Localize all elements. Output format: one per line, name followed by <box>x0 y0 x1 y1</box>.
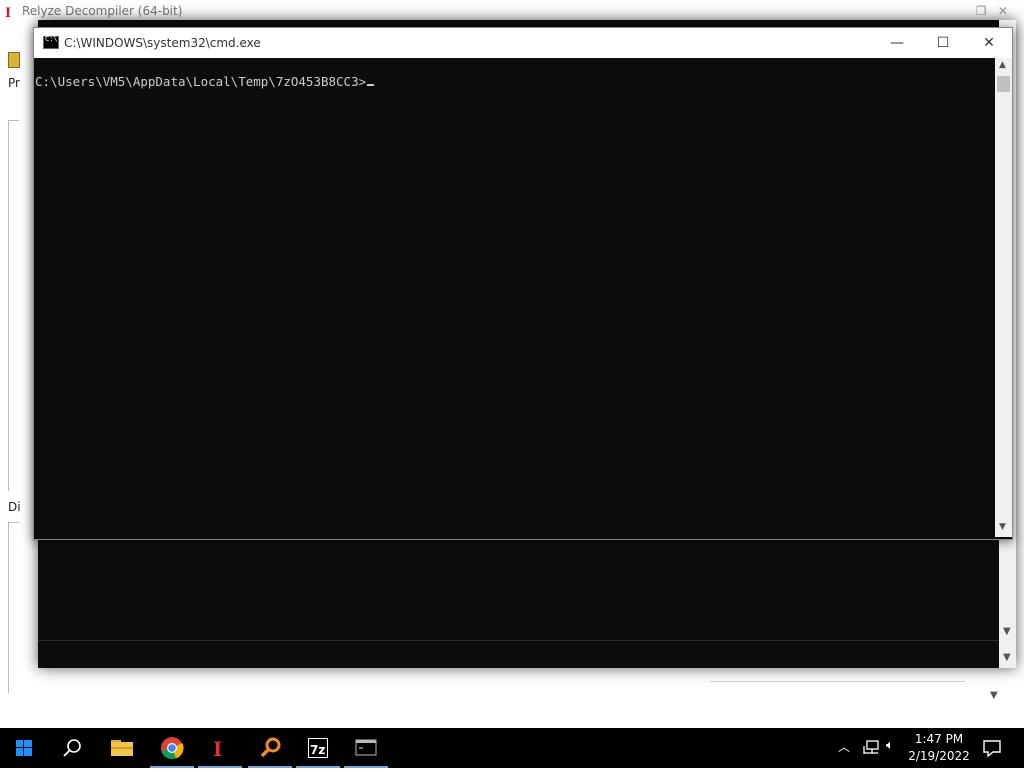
background-left-panel-lower <box>8 522 19 693</box>
scrollbar-thumb[interactable] <box>997 76 1010 92</box>
background-window-controls[interactable]: ❐ ✕ <box>976 0 1008 22</box>
console-app-icon[interactable]: C:\ <box>43 35 59 49</box>
volume-icon[interactable]: 🔈︎ <box>886 738 894 753</box>
7zip-label: 7z <box>310 743 325 757</box>
show-hidden-icons-chevron-icon[interactable]: ︿ <box>838 738 850 755</box>
maximize-button[interactable]: ☐ <box>920 28 966 58</box>
folder-icon <box>111 740 133 756</box>
background-divider <box>710 681 965 682</box>
scroll-down-arrow-icon[interactable]: ▼ <box>1003 626 1011 637</box>
clock[interactable]: 1:47 PM 2/19/2022 <box>908 731 970 765</box>
text-cursor <box>367 84 375 86</box>
ida-button[interactable]: I <box>196 728 244 768</box>
scroll-down-arrow-icon[interactable]: ▼ <box>999 522 1006 532</box>
search-icon <box>63 739 81 757</box>
background-menu-fragment[interactable]: Pr <box>8 76 20 90</box>
file-explorer-button[interactable] <box>98 728 146 768</box>
chrome-button[interactable] <box>148 728 196 768</box>
scroll-up-arrow-icon[interactable]: ▲ <box>999 60 1006 70</box>
background-app-title: Relyze Decompiler (64-bit) <box>22 4 183 18</box>
prompt-path: C:\Users\VM5\AppData\Local\Temp\7zO453B8… <box>35 74 367 89</box>
console-icon <box>355 739 377 756</box>
chrome-icon <box>161 737 184 760</box>
svg-text:I: I <box>213 737 222 761</box>
console-divider <box>38 640 998 641</box>
minimize-button[interactable]: — <box>874 28 920 58</box>
7zip-button[interactable]: 7z <box>294 728 342 768</box>
cmd-window-title: C:\WINDOWS\system32\cmd.exe <box>64 36 261 50</box>
cmd-titlebar[interactable]: C:\ C:\WINDOWS\system32\cmd.exe — ☐ ✕ <box>34 28 1012 58</box>
scroll-down-arrow-icon[interactable]: ▼ <box>990 690 998 701</box>
notification-center-icon[interactable] <box>980 736 1004 760</box>
cmd-window[interactable]: C:\ C:\WINDOWS\system32\cmd.exe — ☐ ✕ C:… <box>33 27 1013 540</box>
network-icon[interactable] <box>862 740 880 756</box>
start-button[interactable] <box>0 728 48 768</box>
search-button[interactable] <box>48 728 96 768</box>
clock-time: 1:47 PM <box>914 732 964 746</box>
console-output-area[interactable]: C:\Users\VM5\AppData\Local\Temp\7zO453B8… <box>34 58 994 537</box>
cmd-taskbar-button[interactable] <box>342 728 390 768</box>
console-scrollbar[interactable]: ▲ ▼ <box>995 58 1012 537</box>
minimize-icon: — <box>890 35 904 51</box>
relyze-logo-icon: I <box>5 6 12 21</box>
open-folder-icon[interactable] <box>8 52 20 68</box>
background-panel-label: Di <box>8 500 21 514</box>
windows-logo-icon <box>16 740 32 756</box>
close-icon: ✕ <box>983 35 995 51</box>
magnifier-icon <box>260 737 281 758</box>
scroll-down-arrow-icon[interactable]: ▼ <box>1003 652 1011 663</box>
background-left-panel <box>8 120 19 491</box>
7zip-icon: 7z <box>308 738 328 758</box>
clock-date: 2/19/2022 <box>908 749 970 763</box>
background-app-titlebar: I Relyze Decompiler (64-bit) ❐ ✕ <box>0 0 1024 22</box>
command-prompt[interactable]: C:\Users\VM5\AppData\Local\Temp\7zO453B8… <box>35 74 375 89</box>
maximize-icon: ☐ <box>936 35 950 51</box>
ida-icon: I <box>213 737 222 761</box>
search-tool-button[interactable] <box>246 728 294 768</box>
close-button[interactable]: ✕ <box>966 28 1012 58</box>
